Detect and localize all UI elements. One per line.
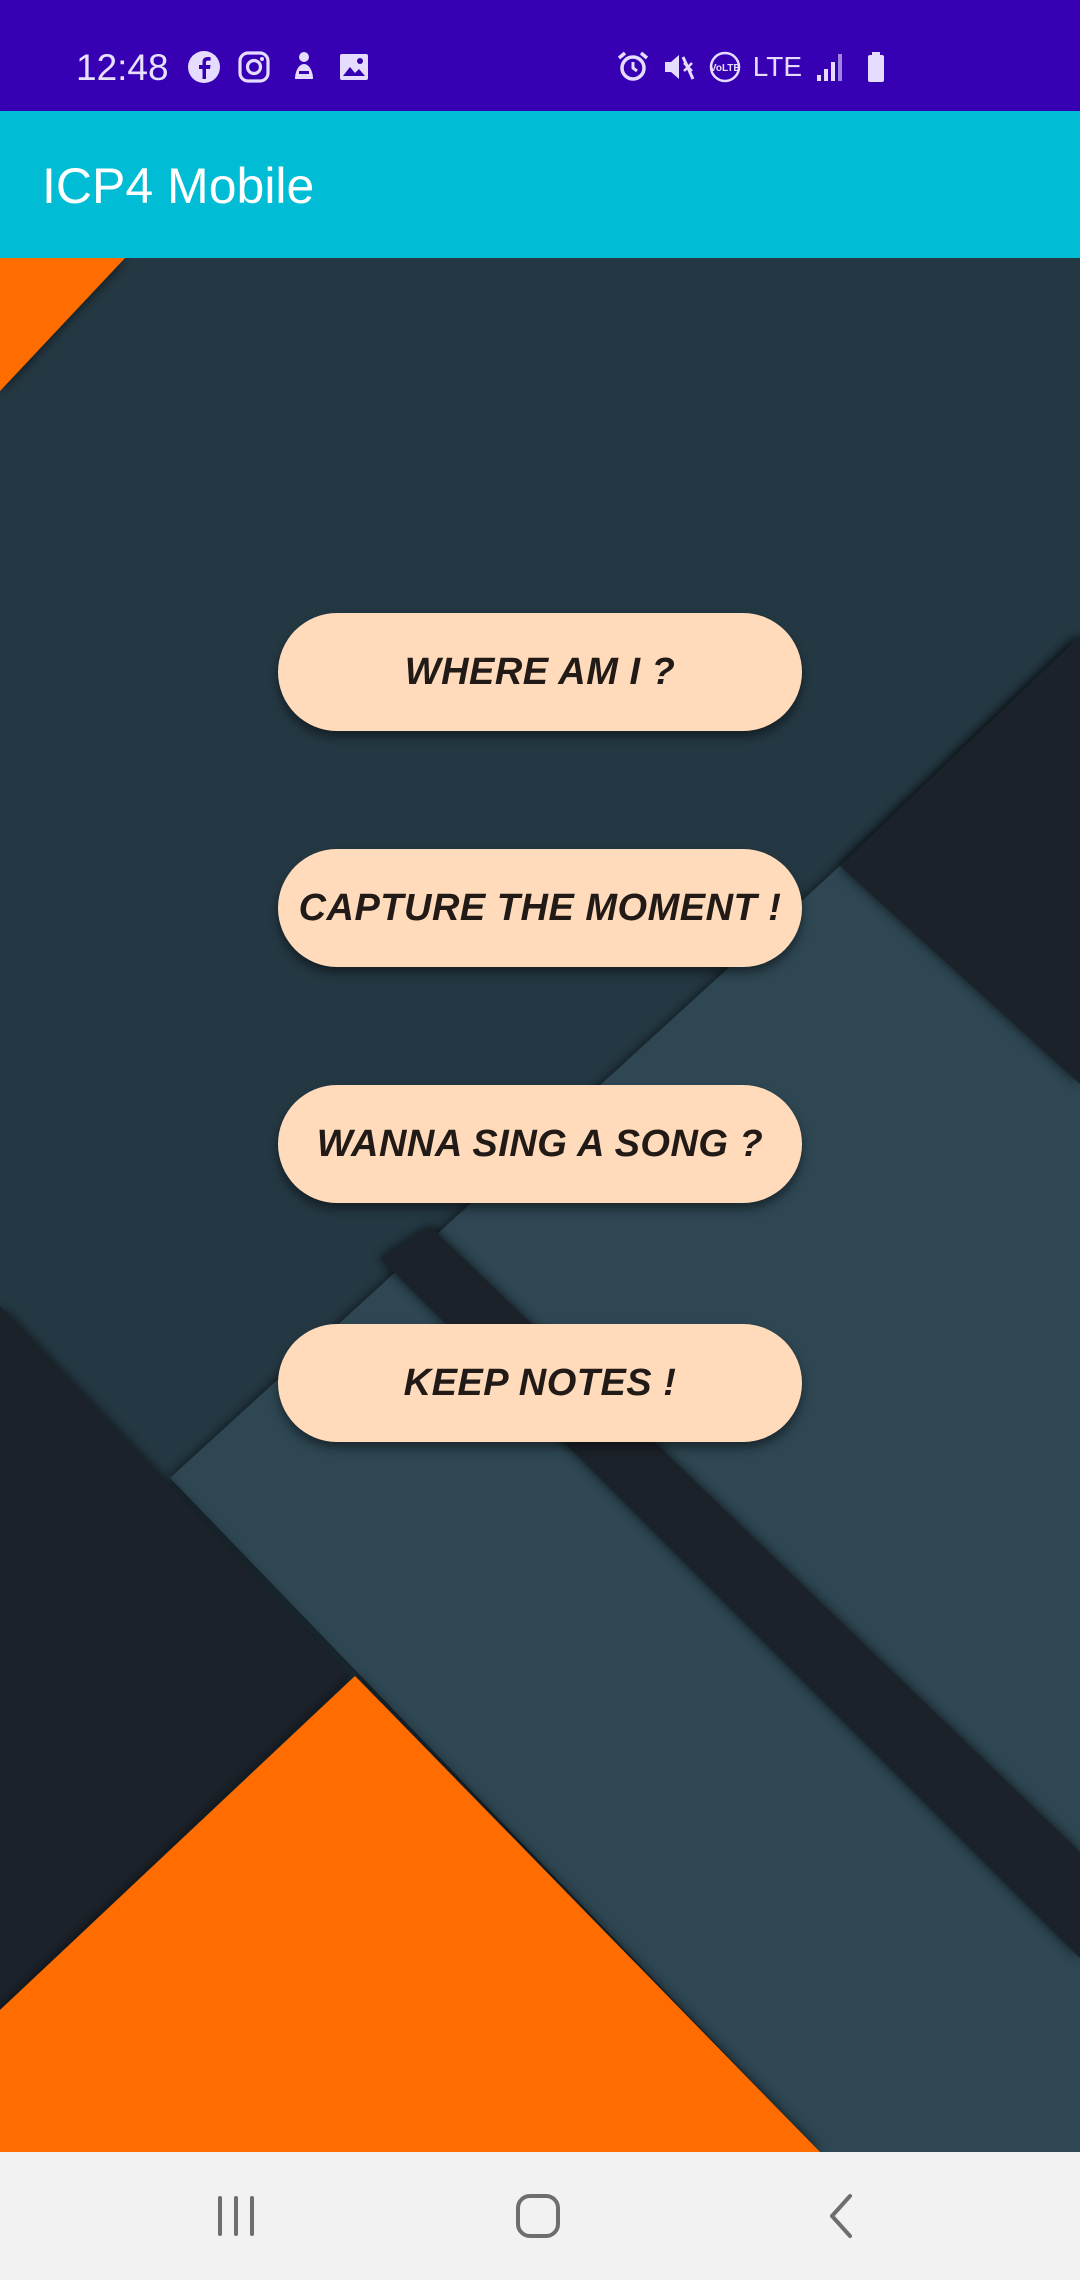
status-system-icons: VoLTE LTE <box>615 49 894 85</box>
background-wallpaper <box>0 258 1080 2152</box>
facebook-icon <box>188 51 220 83</box>
app-bar: ICP4 Mobile <box>0 111 1080 258</box>
keep-notes-button[interactable]: KEEP NOTES ! <box>278 1324 802 1442</box>
volte-label: VoLTE <box>710 63 741 74</box>
status-bar: 12:48 VoLTE LTE <box>0 0 1080 111</box>
navigation-bar <box>0 2152 1080 2280</box>
instagram-icon <box>238 51 270 83</box>
back-icon[interactable] <box>812 2186 872 2246</box>
mute-icon <box>664 55 695 80</box>
where-am-i-button[interactable]: WHERE AM I ? <box>278 613 802 731</box>
home-icon[interactable] <box>508 2186 568 2246</box>
signal-icon <box>817 54 842 81</box>
volte-icon: VoLTE <box>709 51 741 83</box>
sing-song-button[interactable]: WANNA SING A SONG ? <box>278 1085 802 1203</box>
app-title: ICP4 Mobile <box>42 158 315 214</box>
recent-apps-icon[interactable] <box>206 2186 266 2246</box>
battery-icon <box>868 52 884 82</box>
status-time: 12:48 <box>76 47 169 88</box>
alarm-icon <box>617 51 648 81</box>
capture-moment-button[interactable]: CAPTURE THE MOMENT ! <box>278 849 802 967</box>
person-notification-icon <box>295 52 313 79</box>
status-notification-icons <box>186 49 372 85</box>
image-icon <box>340 54 368 80</box>
lte-label: LTE <box>752 51 802 82</box>
